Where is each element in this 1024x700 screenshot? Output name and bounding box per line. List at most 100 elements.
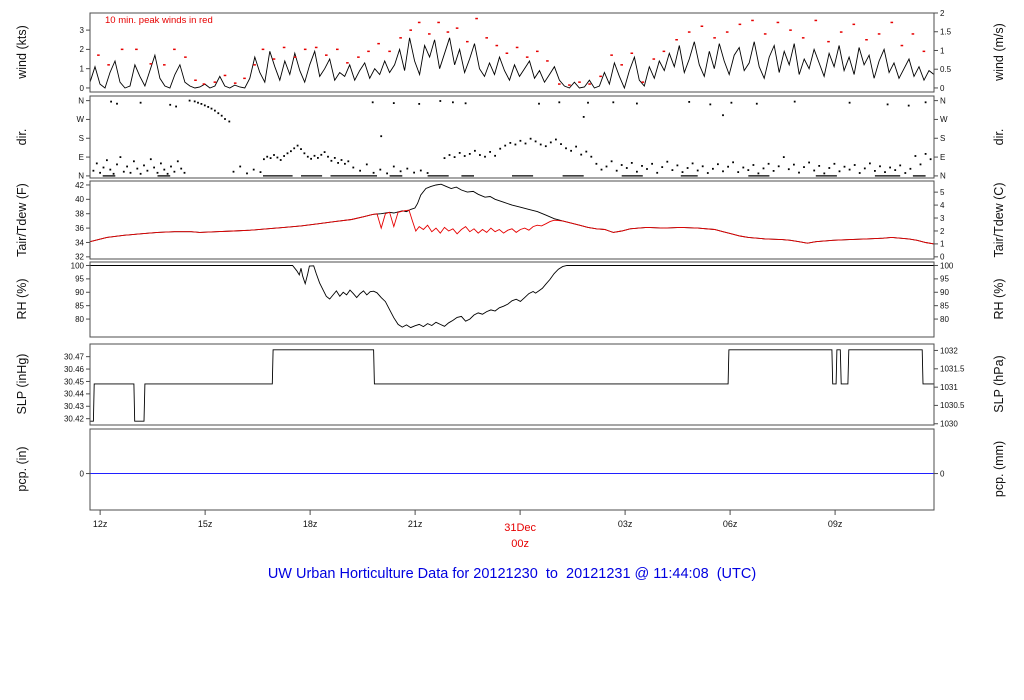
point-peak-wind-10min [163, 64, 166, 66]
point-peak-wind-10min [213, 81, 217, 83]
point-wind-direction [625, 167, 628, 169]
point-wind-direction [757, 172, 760, 175]
page-title: UW Urban Horticulture Data for 20121230 … [267, 566, 757, 582]
point-wind-direction [95, 162, 98, 165]
point-wind-direction [499, 147, 502, 150]
point-wind-direction [843, 165, 846, 168]
point-peak-wind-10min [495, 44, 499, 47]
point-wind-direction [458, 152, 461, 154]
point-peak-wind-10min [865, 39, 868, 41]
point-wind-direction [99, 171, 101, 174]
point-wind-direction [139, 101, 142, 104]
point-wind-direction [296, 144, 299, 147]
point-wind-direction [558, 101, 561, 104]
point-peak-wind-10min [546, 60, 549, 62]
point-wind-direction [709, 103, 712, 106]
point-wind-direction [246, 172, 248, 175]
point-wind-direction [468, 153, 471, 155]
point-wind-direction [641, 165, 643, 167]
point-peak-wind-10min [194, 79, 197, 81]
y-axis-label-tair-f: Tair/Tdew (F) [15, 183, 29, 257]
point-wind-direction [701, 165, 704, 168]
point-wind-direction [582, 116, 585, 118]
point-wind-direction [153, 166, 155, 169]
point-wind-direction [767, 162, 770, 165]
point-wind-direction [539, 143, 542, 146]
point-peak-wind-10min [202, 83, 206, 85]
point-wind-direction [379, 168, 382, 171]
point-wind-direction [600, 168, 603, 171]
point-wind-direction [636, 170, 638, 173]
point-wind-direction [712, 167, 714, 170]
point-peak-wind-10min [253, 64, 256, 66]
point-wind-direction [691, 162, 694, 165]
point-wind-direction [310, 157, 312, 160]
y-axis-label-pcp-in: pcp. (in) [15, 446, 29, 492]
ytick-right-label: 1 [940, 240, 945, 249]
panel-border [89, 180, 935, 260]
ytick-left-label: W [76, 115, 84, 124]
point-peak-wind-10min [475, 17, 478, 20]
ytick-right-label: 2 [940, 9, 945, 18]
point-wind-direction [737, 171, 740, 173]
xtick-label: 15z [198, 519, 213, 529]
point-peak-wind-10min [814, 19, 818, 22]
ytick-left-label: 2 [80, 45, 85, 54]
point-peak-wind-10min [336, 48, 339, 51]
point-wind-direction [590, 155, 593, 158]
ytick-left-label: 36 [75, 224, 84, 233]
point-wind-direction [183, 171, 186, 174]
point-wind-direction [419, 169, 422, 172]
point-wind-direction [818, 165, 821, 167]
point-peak-wind-10min [417, 21, 421, 24]
ytick-right-label: 80 [940, 315, 949, 324]
point-wind-direction [239, 165, 242, 168]
ytick-right-label: 1.5 [940, 28, 952, 37]
point-peak-wind-10min [525, 56, 529, 58]
point-wind-direction [323, 151, 326, 153]
point-wind-direction [371, 101, 374, 104]
y-axis-label-rh-right: RH (%) [992, 278, 1006, 320]
point-wind-direction [300, 148, 302, 150]
y-axis-label-slp-hpa: SLP (hPa) [992, 355, 1006, 413]
point-peak-wind-10min [357, 56, 360, 58]
point-peak-wind-10min [700, 25, 704, 27]
ytick-left-label: 32 [75, 253, 84, 262]
ytick-left-label: 40 [75, 195, 84, 204]
ytick-right-label: 3 [940, 214, 945, 223]
point-peak-wind-10min [314, 46, 318, 49]
y-axis-label-pcp-mm: pcp. (mm) [992, 440, 1006, 498]
point-peak-wind-10min [877, 33, 881, 35]
point-wind-direction [666, 160, 669, 163]
point-wind-direction [494, 154, 496, 157]
point-wind-direction [188, 99, 191, 102]
point-wind-direction [317, 157, 319, 159]
point-wind-direction [173, 170, 176, 173]
point-wind-direction [524, 142, 527, 145]
point-peak-wind-10min [599, 75, 602, 78]
point-peak-wind-10min [652, 58, 656, 60]
ytick-left-label: 30.47 [64, 352, 85, 361]
panel-border [89, 95, 935, 179]
point-wind-direction [615, 169, 618, 172]
ytick-right-label: S [940, 134, 945, 143]
y-axis-label-tair-c: Tair/Tdew (C) [992, 182, 1006, 258]
point-wind-direction [116, 163, 118, 166]
panel-border [89, 428, 935, 511]
point-peak-wind-10min [751, 19, 754, 22]
point-wind-direction [330, 159, 333, 162]
point-peak-wind-10min [568, 84, 571, 86]
point-wind-direction [793, 100, 796, 103]
point-wind-direction [889, 166, 891, 169]
point-wind-direction [380, 135, 383, 138]
point-wind-direction [787, 168, 790, 171]
point-wind-direction [313, 154, 316, 157]
point-wind-direction [200, 103, 203, 105]
point-peak-wind-10min [763, 33, 767, 35]
point-wind-direction [269, 157, 272, 159]
ytick-right-label: 0 [940, 469, 945, 478]
point-peak-wind-10min [662, 50, 666, 53]
ytick-left-label: 42 [75, 181, 84, 190]
point-wind-direction [413, 171, 415, 174]
point-wind-direction [519, 139, 522, 142]
